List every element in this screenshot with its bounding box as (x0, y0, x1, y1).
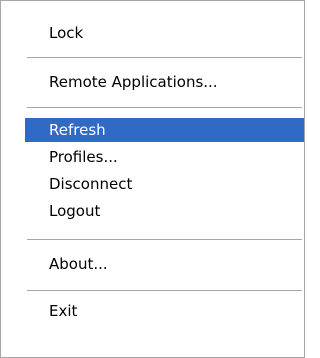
menu-item-lock[interactable]: Lock (25, 21, 304, 45)
menu-item-logout[interactable]: Logout (25, 199, 304, 223)
menu-icon-gutter (1, 1, 25, 357)
menu-item-exit[interactable]: Exit (25, 299, 304, 323)
menu-separator (27, 239, 302, 240)
menu-separator (27, 107, 302, 108)
menu-item-disconnect[interactable]: Disconnect (25, 172, 304, 196)
menu-item-remote-applications[interactable]: Remote Applications... (25, 70, 304, 94)
menu-item-refresh[interactable]: Refresh (25, 118, 304, 142)
menu-item-profiles[interactable]: Profiles... (25, 145, 304, 169)
context-menu: Lock Remote Applications... Refresh Prof… (0, 0, 305, 358)
menu-item-about[interactable]: About... (25, 252, 304, 276)
menu-separator (27, 57, 302, 58)
menu-separator (27, 290, 302, 291)
